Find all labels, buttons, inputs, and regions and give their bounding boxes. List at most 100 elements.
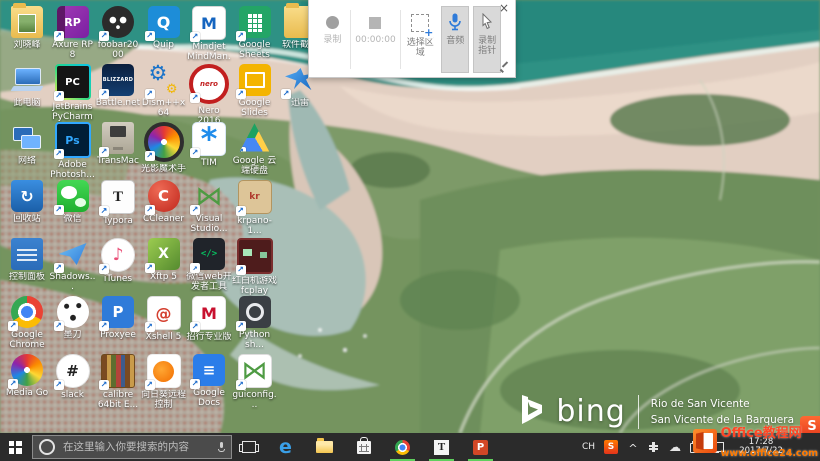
desktop-icon-foobar[interactable]: ↗foobar2000 xyxy=(95,6,141,60)
desktop-icon-slack[interactable]: #↗slack xyxy=(50,354,96,400)
desktop-icon-tim[interactable]: *↗TIM xyxy=(186,122,232,168)
chrome-icon: ↗ xyxy=(11,296,43,328)
desktop-icon-chrome[interactable]: ↗Google Chrome xyxy=(4,296,50,350)
desktop-icon-label: 网络 xyxy=(4,156,50,166)
desktop-icon-mindjet[interactable]: M↗Mindjet MindMan... xyxy=(186,6,232,63)
pycharm-icon: PC↗ xyxy=(55,64,91,100)
desktop-icon-proxyee[interactable]: P↗Proxyee xyxy=(95,296,141,340)
desktop-icon-network[interactable]: 网络 xyxy=(4,122,50,166)
shortcut-arrow-icon: ↗ xyxy=(99,264,109,274)
desktop-icon-wxdev[interactable]: </>↗微信web开发者工具 xyxy=(186,238,232,292)
cloud-icon[interactable] xyxy=(669,440,681,454)
desktop-icon-label: Visual Studio... xyxy=(186,214,232,234)
start-button[interactable] xyxy=(0,433,30,461)
pin-icon[interactable] xyxy=(500,61,510,71)
desktop-icon-thispc[interactable]: 此电脑 xyxy=(4,64,50,108)
task-view-icon xyxy=(242,441,256,453)
desktop-icon-cmb[interactable]: M↗招行专业版 xyxy=(186,296,232,342)
desktop-icon-fcplay[interactable]: ↗红白机游戏 fcplay xyxy=(232,238,278,296)
desktop-icon-modao[interactable]: ↗墨刀 xyxy=(50,296,96,340)
desktop-icon-typora[interactable]: T↗Typora xyxy=(95,180,141,226)
desktop-icon-pythonsh[interactable]: ↗Python sh... xyxy=(232,296,278,350)
desktop-icon-axure[interactable]: RP↗Axure RP 8 xyxy=(50,6,96,60)
record-pointer-toggle-button[interactable]: 录制指针 xyxy=(473,6,501,73)
desktop-icon-sheets[interactable]: ↗Google Sheets xyxy=(232,6,278,60)
desktop-icon-calibre[interactable]: ↗calibre 64bit E... xyxy=(95,354,141,410)
quip-icon: Q↗ xyxy=(148,6,180,38)
taskbar-app-typora[interactable]: T xyxy=(422,433,461,461)
desktop-icon-gdocs[interactable]: ≡↗Google Docs xyxy=(186,354,232,408)
stop-icon xyxy=(369,17,381,29)
desktop-icon-slides[interactable]: ↗Google Slides xyxy=(232,64,278,118)
desktop-icon-pycharm[interactable]: PC↗JetBrains PyCharm ... xyxy=(50,64,96,123)
desktop-icon-guiconfig[interactable]: ⋈↗guiconfig... xyxy=(232,354,278,410)
taskbar-app-store[interactable] xyxy=(344,433,383,461)
wallpaper-location-line1: Rio de San Vicente xyxy=(651,396,794,412)
desktop-icon-krpano[interactable]: kr↗krpano-1... xyxy=(232,180,278,236)
desktop-icon-nero[interactable]: nero↗Nero 2016 xyxy=(186,64,232,126)
usb-icon[interactable] xyxy=(648,440,660,454)
search-input[interactable] xyxy=(61,440,212,454)
shortcut-arrow-icon: ↗ xyxy=(190,379,200,389)
shortcut-arrow-icon: ↗ xyxy=(145,205,155,215)
desktop-icon-itunes[interactable]: ♪↗iTunes xyxy=(95,238,141,284)
shortcut-arrow-icon: ↗ xyxy=(190,32,200,42)
desktop-icon-label: 控制面板 xyxy=(4,272,50,282)
ime-icon[interactable]: S xyxy=(604,440,618,454)
desktop-icon-label: Adobe Photosh... xyxy=(50,160,96,180)
watermark-site-url: www.office24.com xyxy=(721,448,818,459)
desktop-icon-label: calibre 64bit E... xyxy=(95,390,141,410)
shortcut-arrow-icon: ↗ xyxy=(54,380,64,390)
vstudio-icon: ⋈↗ xyxy=(193,180,225,212)
desktop-icon-ccleaner[interactable]: C↗CCleaner xyxy=(141,180,187,224)
cmb-icon: M↗ xyxy=(192,296,226,330)
pythonsh-icon: ↗ xyxy=(239,296,271,328)
desktop-icon-wechat[interactable]: ↗微信 xyxy=(50,180,96,224)
search-mic-icon[interactable] xyxy=(218,442,225,452)
chevron-icon[interactable] xyxy=(627,440,639,454)
shortcut-arrow-icon: ↗ xyxy=(145,322,155,332)
desktop-icon-label: CCleaner xyxy=(141,214,187,224)
audio-toggle-button[interactable]: 音频 xyxy=(441,6,469,73)
desktop-icon-controlpanel[interactable]: 控制面板 xyxy=(4,238,50,282)
store-icon xyxy=(357,441,371,454)
calibre-icon: ↗ xyxy=(101,354,135,388)
shortcut-arrow-icon: ↗ xyxy=(236,31,246,41)
taskbar-app-edge[interactable]: e xyxy=(266,433,305,461)
windows-logo-icon xyxy=(9,441,22,454)
select-region-button[interactable]: 选择区域 xyxy=(403,6,437,73)
desktop-icon-photoshop[interactable]: Ps↗Adobe Photosh... xyxy=(50,122,96,180)
desktop-icon-label: 墨刀 xyxy=(50,330,96,340)
desktop-icon-label: 红白机游戏 fcplay xyxy=(232,276,278,296)
taskbar-app-powerpoint[interactable]: P xyxy=(461,433,500,461)
desktop-icon-folder-photo[interactable]: 刘晓峰 xyxy=(4,6,50,50)
desktop-icon-vstudio[interactable]: ⋈↗Visual Studio... xyxy=(186,180,232,234)
language-indicator[interactable]: CH xyxy=(582,442,595,452)
desktop-icon-recycle[interactable]: ↻回收站 xyxy=(4,180,50,224)
desktop-icon-label: Mindjet MindMan... xyxy=(186,42,232,63)
desktop-icon-shadowsocks[interactable]: ↗Shadows... xyxy=(50,238,96,292)
chrome-icon xyxy=(395,440,410,455)
desktop-icon-transmac[interactable]: ↗TransMac xyxy=(95,122,141,166)
close-icon[interactable]: × xyxy=(499,2,509,14)
shortcut-arrow-icon: ↗ xyxy=(281,89,291,99)
desktop-icon-label: Dism++x64 xyxy=(141,98,187,118)
shortcut-arrow-icon: ↗ xyxy=(54,91,64,101)
desktop-icon-drive[interactable]: ↗Google 云端硬盘 xyxy=(232,122,278,176)
shortcut-arrow-icon: ↗ xyxy=(8,379,18,389)
desktop-icon-xftp[interactable]: X↗Xftp 5 xyxy=(141,238,187,282)
desktop-icon-mediago[interactable]: ↗Media Go xyxy=(4,354,50,398)
desktop-icon-dism[interactable]: ↗Dism++x64 xyxy=(141,64,187,118)
desktop-icon-neoimaging[interactable]: ↗光影魔术手 xyxy=(141,122,187,174)
wechat-icon: ↗ xyxy=(57,180,89,212)
desktop-icon-xshell[interactable]: @↗Xshell 5 xyxy=(141,296,187,342)
taskbar-app-file-explorer[interactable] xyxy=(305,433,344,461)
desktop-icon-sunflower[interactable]: ▶↗向日葵远程控制 xyxy=(141,354,187,410)
taskbar-app-chrome[interactable] xyxy=(383,433,422,461)
record-button[interactable]: 录制 xyxy=(317,6,348,73)
stop-timer-button[interactable]: 00:00:00 xyxy=(352,6,398,73)
desktop-icon-battlenet[interactable]: BLIZZARD↗Battle.net xyxy=(95,64,141,108)
taskbar-search[interactable] xyxy=(32,435,232,459)
desktop-icon-quip[interactable]: Q↗Quip xyxy=(141,6,187,50)
task-view-button[interactable] xyxy=(234,433,264,461)
